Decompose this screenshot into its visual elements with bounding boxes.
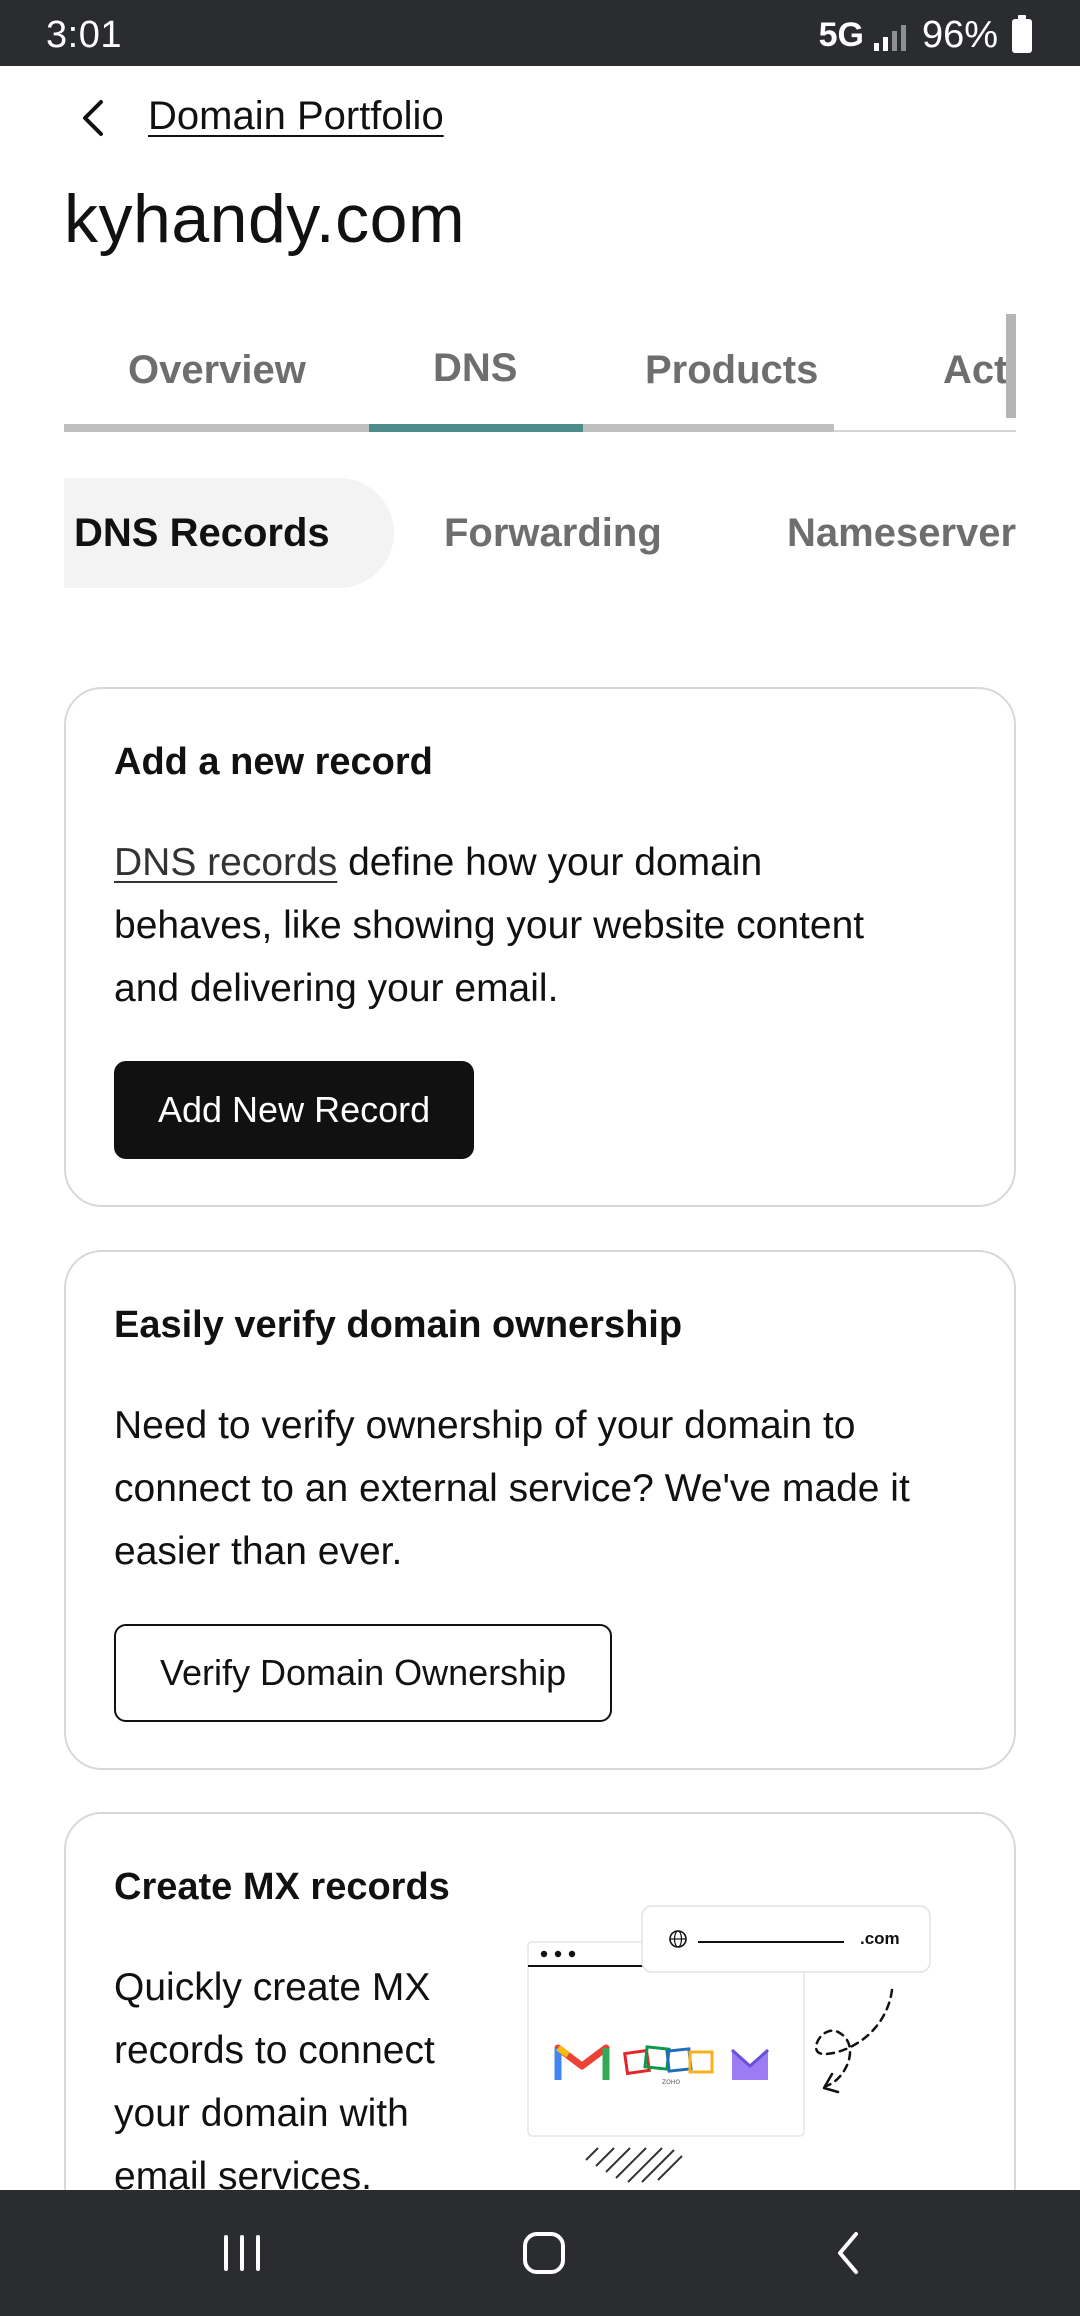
status-indicators: 5G 96% [819,14,1032,57]
breadcrumb-domain-portfolio[interactable]: Domain Portfolio [148,94,444,139]
tab-dns[interactable]: DNS [433,346,517,391]
system-navigation-bar [0,2190,1080,2316]
back-arrow-icon [838,2232,858,2274]
domain-card: .com [641,1905,931,1973]
recent-apps-icon [224,2235,260,2271]
dashed-arrow-icon [814,1988,894,2088]
verify-domain-ownership-button[interactable]: Verify Domain Ownership [114,1624,613,1722]
description-line: Need to verify ownership of your domain … [114,1404,856,1447]
recent-apps-button[interactable] [212,2223,272,2283]
verify-ownership-card: Easily verify domain ownership Need to v… [64,1250,1016,1770]
description-line: DNS records define how your domain [114,831,864,894]
description-line: behaves, like showing your website conte… [114,904,865,947]
subtab-bar: DNS Records Forwarding Nameservers [64,478,1016,588]
home-icon [523,2232,565,2274]
domain-extension-label: .com [860,1929,900,1948]
dns-records-link[interactable]: DNS records [114,841,337,884]
description-line: connect to an external service? We've ma… [114,1467,910,1510]
card-title: Create MX records [114,1866,450,1908]
card-description: DNS records define how your domain behav… [114,831,864,1020]
description-line: your domain with [114,2092,409,2135]
add-new-record-button[interactable]: Add New Record [114,1061,475,1159]
description-line: records to connect [114,2029,435,2072]
tab-products[interactable]: Products [645,348,818,393]
chevron-left-icon [83,100,103,136]
email-services-illustration: ZOHO .com [527,1905,931,2183]
tab-scrollbar[interactable] [1006,314,1016,418]
description-line: easier than ever. [114,1530,403,1573]
gmail-icon [554,2044,610,2080]
hatch-shadow [585,2147,683,2183]
tab-overview[interactable]: Overview [128,348,306,393]
arrow-head [822,2072,840,2094]
zoho-label: ZOHO [662,2079,680,2086]
subtab-nameservers[interactable]: Nameservers [787,478,1016,588]
card-title: Easily verify domain ownership [114,1304,683,1346]
card-description: Need to verify ownership of your domain … [114,1394,910,1583]
subtab-forwarding[interactable]: Forwarding [444,478,662,588]
card-title: Add a new record [114,741,433,783]
back-button[interactable] [64,88,124,148]
system-back-button[interactable] [818,2223,878,2283]
battery-icon [1012,14,1032,53]
page-title: kyhandy.com [64,181,466,257]
card-description: Quickly create MX records to connect you… [114,1956,435,2208]
battery-level: 96% [921,14,998,56]
status-bar: 3:01 5G 96% [0,0,1080,66]
status-time: 3:01 [46,14,122,56]
active-tab-indicator [369,424,583,432]
tab-bar: Overview DNS Products Activity [64,310,1016,432]
network-type: 5G [818,16,864,54]
description-line: and delivering your email. [114,967,559,1010]
signal-icon [873,21,906,51]
subtab-dns-records[interactable]: DNS Records [64,478,394,588]
home-button[interactable] [514,2223,574,2283]
add-record-card: Add a new record DNS records define how … [64,687,1016,1207]
description-line: Quickly create MX [114,1966,431,2009]
description-text: define how your domain [337,841,763,884]
